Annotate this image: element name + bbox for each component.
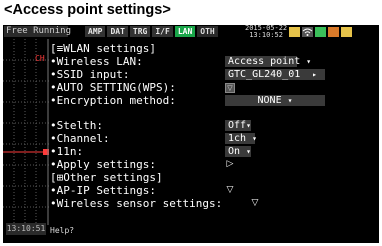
tab-trg[interactable]: TRG <box>129 26 151 37</box>
wireless-lan-select[interactable]: Access point ▾ <box>225 56 311 67</box>
dropdown-arrow-icon: ▾ <box>306 57 312 66</box>
wifi-icon <box>302 28 313 36</box>
tab-if[interactable]: I/F <box>152 26 173 37</box>
tab-lan[interactable]: LAN <box>174 26 196 37</box>
sensor-label: •Wireless sensor settings: <box>50 197 223 210</box>
datetime: 2015-05-22 13:10:52 <box>245 25 287 39</box>
tab-dat[interactable]: DAT <box>107 26 128 37</box>
wlan-section-title: [≡WLAN settings] <box>50 42 156 55</box>
wps-arrow-icon: ▽ <box>227 84 233 92</box>
device-screen: Free Running AMP DAT TRG I/F LAN OTH 201… <box>3 25 379 243</box>
page-heading: <Access point settings> <box>4 2 171 18</box>
play-icon: ▷ <box>226 159 234 169</box>
wps-button[interactable]: ▽ <box>225 83 235 93</box>
ssid-value: GTC_GL240_01 <box>228 69 301 80</box>
sensor-button[interactable]: ▽ <box>250 199 260 209</box>
encryption-select[interactable]: NONE ▾ <box>225 95 325 106</box>
waveform-grid <box>3 39 49 225</box>
tab-amp[interactable]: AMP <box>85 26 106 37</box>
apply-button[interactable]: ▷ <box>225 160 235 170</box>
encryption-value: NONE <box>257 95 282 106</box>
apip-label: •AP-IP Settings: <box>50 184 156 197</box>
other-section-title: [⊞Other settings] <box>50 171 163 184</box>
tab-bar: AMP DAT TRG I/F LAN OTH <box>85 26 218 38</box>
channel-select[interactable]: 1ch ▾ <box>225 133 257 144</box>
status-icons <box>289 27 352 37</box>
signal-icon <box>315 27 326 37</box>
ssid-input[interactable]: GTC_GL240_01 ▸ <box>225 69 325 80</box>
auto-setting-label: •AUTO SETTING(WPS): <box>50 81 176 94</box>
tab-oth[interactable]: OTH <box>197 26 218 37</box>
mode-indicator: Free Running <box>4 26 72 37</box>
sd-card-icon <box>289 27 300 37</box>
grid-lines <box>3 39 49 225</box>
dropdown-arrow-icon: ▾ <box>246 147 251 156</box>
apply-label: •Apply settings: <box>50 158 156 171</box>
n11-value: On <box>228 146 241 157</box>
channel-value: 1ch <box>228 133 247 144</box>
help-bar: Help? <box>50 226 376 240</box>
apip-button[interactable]: ▽ <box>225 186 235 196</box>
open-arrow-icon: ▽ <box>226 185 234 195</box>
settings-panel: [≡WLAN settings] •Wireless LAN: Access p… <box>50 40 376 218</box>
channel-label: CH <box>35 54 45 63</box>
n11-label: •11n: <box>50 145 84 158</box>
time-text: 13:10:52 <box>249 31 283 39</box>
expand-arrow-icon: ▸ <box>312 70 317 79</box>
stealth-label: •Stelth: <box>50 119 103 132</box>
waveform-area: CH <box>3 39 49 225</box>
storage-icon <box>341 27 352 37</box>
wireless-lan-label: •Wireless LAN: <box>50 55 143 68</box>
dropdown-arrow-icon: ▾ <box>252 134 257 143</box>
stealth-value: Off <box>228 120 247 131</box>
encryption-label: •Encryption method: <box>50 94 176 107</box>
ssid-label: •SSID input: <box>50 68 130 81</box>
dropdown-arrow-icon: ▾ <box>246 121 251 130</box>
help-text: Help? <box>50 226 75 235</box>
channel-setting-label: •Channel: <box>50 132 110 145</box>
stealth-select[interactable]: Off▾ <box>225 120 251 131</box>
wireless-lan-value: Access point <box>228 56 301 67</box>
battery-icon <box>328 27 339 37</box>
wireless-icon <box>302 27 313 37</box>
n11-select[interactable]: On ▾ <box>225 146 251 157</box>
open-arrow-icon: ▽ <box>251 198 259 208</box>
dropdown-arrow-icon: ▾ <box>287 96 293 105</box>
waveform-timestamp: 13:10:51 <box>6 223 46 235</box>
top-bar: Free Running AMP DAT TRG I/F LAN OTH 201… <box>3 25 379 39</box>
